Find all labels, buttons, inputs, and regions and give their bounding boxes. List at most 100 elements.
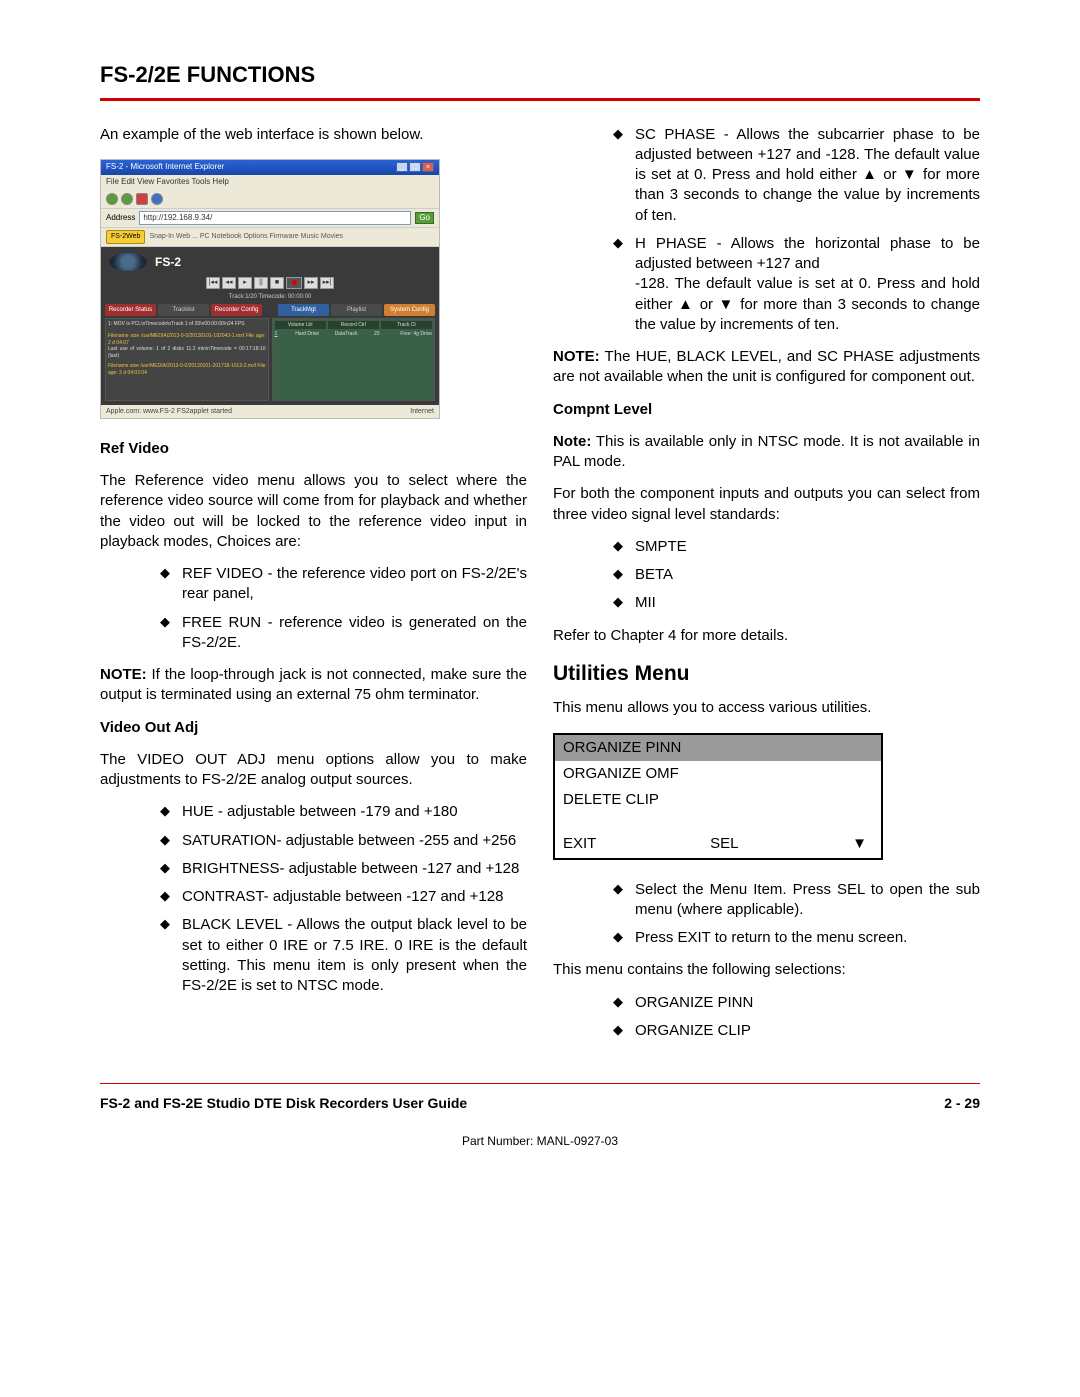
note-text: This is available only in NTSC mode. It … bbox=[553, 433, 980, 470]
down-arrow-icon: ▼ bbox=[852, 834, 867, 854]
menu-footer: EXIT SEL ▼ bbox=[555, 831, 881, 857]
list-item: SATURATION- adjustable between -255 and … bbox=[160, 831, 527, 851]
ie-menubar: File Edit View Favorites Tools Help bbox=[101, 175, 439, 190]
page-header: FS-2/2E FUNCTIONS bbox=[100, 60, 980, 90]
header-rule bbox=[100, 98, 980, 101]
intro-text: An example of the web interface is shown… bbox=[100, 125, 527, 145]
tabbar-links: Snap-In Web ... PC Notebook Options Firm… bbox=[149, 232, 434, 241]
ie-statusbar: Apple.com: www.FS-2 FS2applet started In… bbox=[101, 405, 439, 418]
footer-rule bbox=[100, 1083, 980, 1084]
list-item: SMPTE bbox=[613, 537, 980, 557]
footer-guide: FS-2 and FS-2E Studio DTE Disk Recorders… bbox=[100, 1094, 467, 1113]
menu-label: ORGANIZE OMF bbox=[563, 764, 679, 784]
list-item: CONTRAST- adjustable between -127 and +1… bbox=[160, 887, 527, 907]
list-item: Press EXIT to return to the menu screen. bbox=[613, 928, 980, 948]
back-icon bbox=[106, 193, 118, 205]
ie-titlebar: FS-2 - Microsoft Internet Explorer _ □ × bbox=[101, 160, 439, 175]
tab-playlist: Playlist bbox=[331, 304, 382, 316]
maximize-icon: □ bbox=[409, 162, 421, 172]
phase-list: SC PHASE - Allows the subcarrier phase t… bbox=[553, 125, 980, 336]
ref-video-note: NOTE: If the loop-through jack is not co… bbox=[100, 665, 527, 706]
status-right: Internet bbox=[410, 407, 434, 416]
utilities-heading: Utilities Menu bbox=[553, 660, 980, 688]
ref-video-heading: Ref Video bbox=[100, 439, 527, 459]
ref-video-text: The Reference video menu allows you to s… bbox=[100, 471, 527, 552]
video-out-heading: Video Out Adj bbox=[100, 718, 527, 738]
part-number: Part Number: MANL-0927-03 bbox=[100, 1133, 980, 1149]
list-item: BETA bbox=[613, 565, 980, 585]
menu-display: ORGANIZE PINN ORGANIZE OMF DELETE CLIP E… bbox=[553, 733, 883, 860]
ref-video-list: REF VIDEO - the reference video port on … bbox=[100, 564, 527, 653]
tab-recorder-config: Recorder Config bbox=[211, 304, 262, 316]
menu-label: DELETE CLIP bbox=[563, 790, 659, 810]
skip-back-icon: |◂◂ bbox=[206, 277, 220, 289]
footer-row: FS-2 and FS-2E Studio DTE Disk Recorders… bbox=[100, 1094, 980, 1113]
list-item: ORGANIZE CLIP bbox=[613, 1021, 980, 1041]
panel-left: 1: MOV is PCL\nTimecode\nTrack 1 of 20\n… bbox=[105, 318, 269, 401]
compnt-ref: Refer to Chapter 4 for more details. bbox=[553, 626, 980, 646]
close-icon: × bbox=[422, 162, 434, 172]
panel-left-file2: Last use of volume: 1 of 2 disks 11.2 mi… bbox=[108, 346, 266, 359]
rewind-icon: ◂◂ bbox=[222, 277, 236, 289]
screenshot-figure: FS-2 - Microsoft Internet Explorer _ □ ×… bbox=[100, 159, 440, 419]
stop-icon bbox=[136, 193, 148, 205]
phase-note: NOTE: The HUE, BLACK LEVEL, and SC PHASE… bbox=[553, 347, 980, 388]
list-item: MII bbox=[613, 593, 980, 613]
list-item: H PHASE - Allows the horizontal phase to… bbox=[613, 234, 980, 335]
list-item: Select the Menu Item. Press SEL to open … bbox=[613, 880, 980, 921]
list-item: ORGANIZE PINN bbox=[613, 993, 980, 1013]
compnt-note: Note: This is available only in NTSC mod… bbox=[553, 432, 980, 473]
menu-exit: EXIT bbox=[563, 834, 596, 854]
logo-row: FS-2 bbox=[105, 251, 435, 273]
page-footer: FS-2 and FS-2E Studio DTE Disk Recorders… bbox=[100, 1083, 980, 1149]
video-out-list: HUE - adjustable between -179 and +180 S… bbox=[100, 802, 527, 996]
note-label: Note: bbox=[553, 433, 591, 450]
tab-tracklist: Tracklist bbox=[158, 304, 209, 316]
content-columns: An example of the web interface is shown… bbox=[100, 125, 980, 1053]
play-icon: ▸ bbox=[238, 277, 252, 289]
right-column: SC PHASE - Allows the subcarrier phase t… bbox=[553, 125, 980, 1053]
address-field: http://192.168.9.34/ bbox=[139, 211, 411, 226]
note-label: NOTE: bbox=[100, 666, 147, 683]
compnt-heading: Compnt Level bbox=[553, 400, 980, 420]
menu-item-selected: ORGANIZE PINN bbox=[555, 735, 881, 761]
menu-spacer bbox=[555, 813, 881, 831]
video-out-text: The VIDEO OUT ADJ menu options allow you… bbox=[100, 750, 527, 791]
hphase-b: -128. The default value is set at 0. Pre… bbox=[635, 275, 980, 333]
hphase-a: H PHASE - Allows the horizontal phase to… bbox=[635, 235, 980, 272]
note-text: The HUE, BLACK LEVEL, and SC PHASE adjus… bbox=[553, 348, 980, 385]
compnt-text: For both the component inputs and output… bbox=[553, 484, 980, 525]
window-buttons: _ □ × bbox=[396, 162, 434, 172]
address-label: Address bbox=[106, 213, 135, 224]
go-button: Go bbox=[415, 212, 434, 225]
compnt-list: SMPTE BETA MII bbox=[553, 537, 980, 614]
left-column: An example of the web interface is shown… bbox=[100, 125, 527, 1053]
skip-fwd-icon: ▸▸| bbox=[320, 277, 334, 289]
utilities-selections: ORGANIZE PINN ORGANIZE CLIP bbox=[553, 993, 980, 1042]
tab-trackmgt: TrackMgt bbox=[278, 304, 329, 316]
minimize-icon: _ bbox=[396, 162, 408, 172]
panel-left-file1: Filename size /usr/MEDIA/2013-0-0/201301… bbox=[108, 333, 266, 346]
refresh-icon bbox=[151, 193, 163, 205]
record-icon bbox=[286, 277, 302, 289]
tab-system-config: System Config bbox=[384, 304, 435, 316]
ie-toolbar bbox=[101, 190, 439, 209]
transport-controls: |◂◂ ◂◂ ▸ || ■ ▸▸ ▸▸| bbox=[105, 277, 435, 289]
tab-recorder-status: Recorder Status bbox=[105, 304, 156, 316]
utilities-contains: This menu contains the following selecti… bbox=[553, 960, 980, 980]
content-tabs: Recorder Status Tracklist Recorder Confi… bbox=[105, 304, 435, 316]
utilities-instructions: Select the Menu Item. Press SEL to open … bbox=[553, 880, 980, 949]
eye-logo bbox=[109, 253, 147, 271]
note-text: If the loop-through jack is not connecte… bbox=[100, 666, 527, 703]
panel-right: Volume Lbl Record Ctrl Track Ct 1 Hard D… bbox=[272, 318, 436, 401]
panel-left-text: 1: MOV is PCL\nTimecode\nTrack 1 of 20\n… bbox=[108, 321, 266, 328]
product-name: FS-2 bbox=[155, 254, 181, 270]
forward-icon bbox=[121, 193, 133, 205]
ie-tabbar: FS-2Web Snap-In Web ... PC Notebook Opti… bbox=[101, 228, 439, 246]
list-item: SC PHASE - Allows the subcarrier phase t… bbox=[613, 125, 980, 226]
note-label: NOTE: bbox=[553, 348, 600, 365]
content-panels: 1: MOV is PCL\nTimecode\nTrack 1 of 20\n… bbox=[105, 318, 435, 401]
list-item: BRIGHTNESS- adjustable between -127 and … bbox=[160, 859, 527, 879]
panel-left-file3: Filename size /usr/MEDIA/2013-0-0/201301… bbox=[108, 363, 266, 376]
utilities-text: This menu allows you to access various u… bbox=[553, 698, 980, 718]
